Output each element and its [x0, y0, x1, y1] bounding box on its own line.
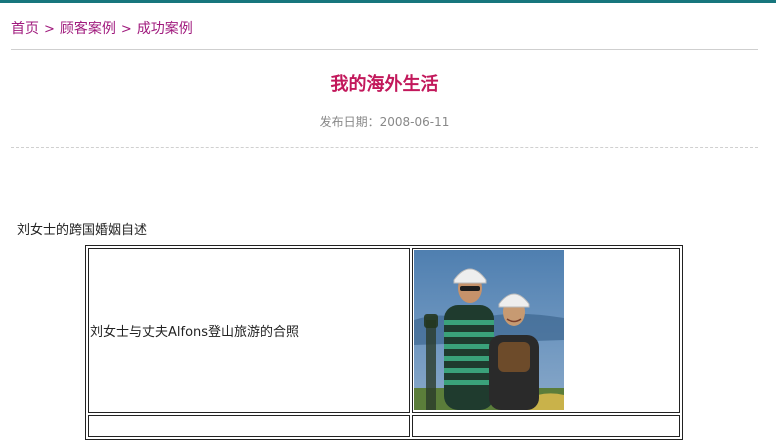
breadcrumb-separator: >: [44, 22, 55, 37]
photo-caption: 刘女士与丈夫Alfons登山旅游的合照: [90, 325, 300, 340]
table-cell: [411, 415, 680, 437]
publish-date: 发布日期：2008-06-11: [11, 113, 758, 131]
publish-date-value: 2008-06-11: [379, 115, 450, 129]
table-cell: [88, 415, 410, 437]
breadcrumb-success-cases-link[interactable]: 成功案例: [137, 21, 193, 37]
table-row: 刘女士与丈夫Alfons登山旅游的合照: [88, 248, 680, 413]
breadcrumb-customer-cases-link[interactable]: 顾客案例: [60, 21, 116, 37]
table-row: [88, 415, 680, 437]
article-intro: 刘女士的跨国婚姻自述: [17, 223, 148, 238]
photo-caption-cell: 刘女士与丈夫Alfons登山旅游的合照: [88, 248, 410, 413]
photo-table: 刘女士与丈夫Alfons登山旅游的合照: [85, 245, 683, 440]
photo-cell: [411, 248, 680, 413]
couple-hiking-photo: [413, 250, 564, 410]
title-divider: [11, 147, 758, 148]
top-accent-bar: [0, 0, 776, 3]
breadcrumb-separator: >: [120, 22, 132, 37]
header-divider: [11, 49, 758, 50]
article-title: 我的海外生活: [330, 74, 439, 95]
breadcrumb-home-link[interactable]: 首页: [11, 21, 39, 37]
breadcrumb: 首页 > 顾客案例 > 成功案例: [11, 19, 193, 40]
publish-date-label: 发布日期：: [319, 115, 380, 129]
